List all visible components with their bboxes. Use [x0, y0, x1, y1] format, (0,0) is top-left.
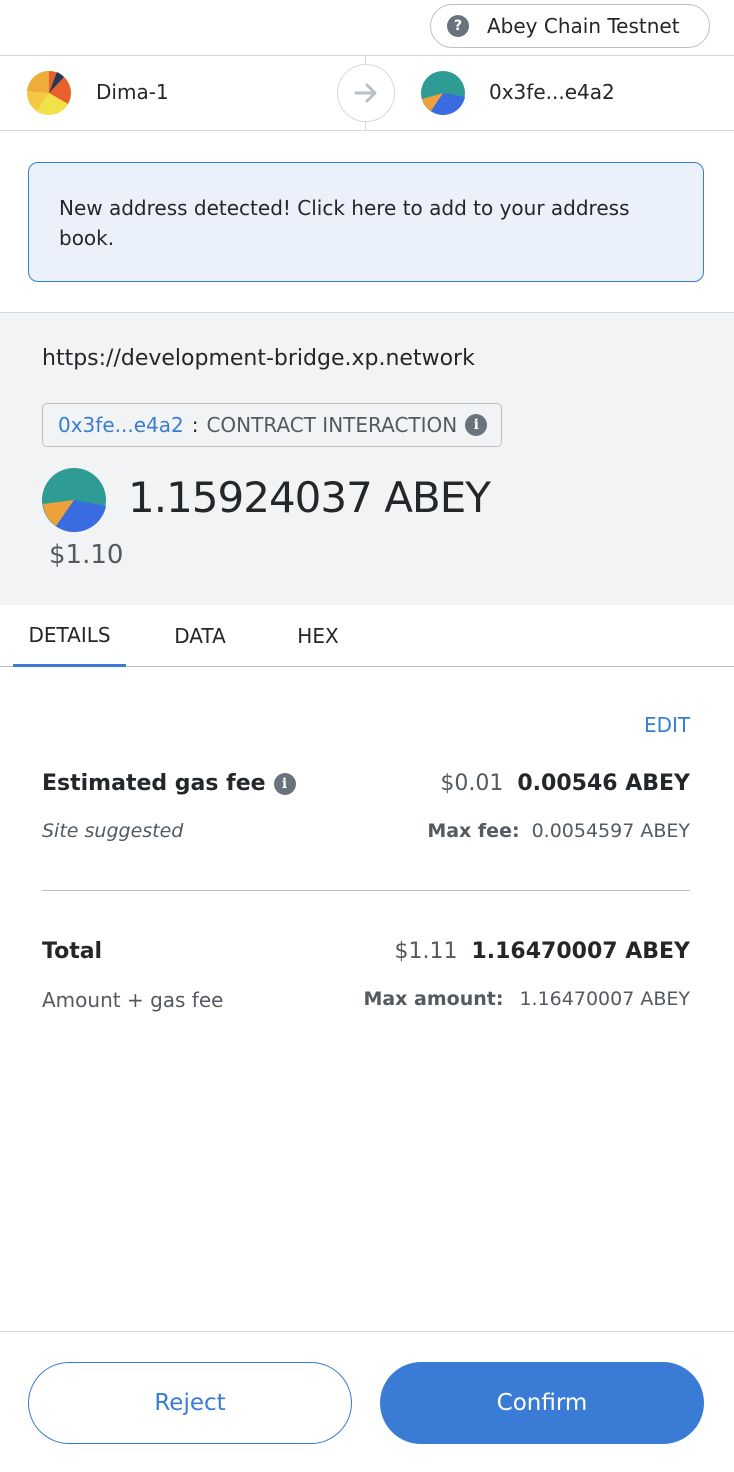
gas-info-icon[interactable]: i	[273, 772, 296, 795]
recipient-avatar	[421, 71, 465, 115]
reject-button[interactable]: Reject	[28, 1362, 352, 1444]
max-amount-value: 1.16470007 ABEY	[519, 988, 690, 1010]
token-identicon	[42, 468, 106, 532]
contract-address-link[interactable]: 0x3fe...e4a2	[58, 413, 184, 437]
tab-bar: DETAILS DATA HEX	[0, 605, 734, 667]
contract-interaction-pill: 0x3fe...e4a2 : CONTRACT INTERACTION i	[42, 403, 503, 447]
transaction-fiat-value: $1.10	[49, 540, 124, 570]
gas-label-text: Estimated gas fee	[42, 771, 266, 796]
max-fee-value: 0.0054597 ABEY	[531, 820, 690, 842]
sender-name[interactable]: Dima-1	[96, 80, 169, 104]
action-footer: Reject Confirm	[0, 1331, 734, 1472]
new-address-notice[interactable]: New address detected! Click here to add …	[28, 162, 704, 282]
max-amount: Max amount: 1.16470007 ABEY	[363, 988, 690, 1010]
transaction-summary: https://development-bridge.xp.network 0x…	[0, 312, 734, 605]
total-amount: 1.16470007 ABEY	[471, 939, 690, 964]
network-selector[interactable]: ? Abey Chain Testnet	[430, 4, 710, 48]
sender-recipient-bar: Dima-1 0x3fe...e4a2	[0, 56, 734, 131]
gas-fee-amount: 0.00546 ABEY	[517, 771, 690, 796]
gas-fee-fiat: $0.01	[440, 771, 504, 796]
gas-fee-source: Site suggested	[42, 820, 184, 842]
contract-interaction-label: CONTRACT INTERACTION	[206, 413, 458, 437]
tab-details[interactable]: DETAILS	[13, 605, 126, 667]
estimated-gas-fee-label: Estimated gas fee i	[42, 771, 296, 796]
network-bar: ? Abey Chain Testnet	[0, 0, 734, 56]
contract-separator: :	[191, 413, 199, 437]
total-label: Total	[42, 939, 103, 964]
notice-text: New address detected! Click here to add …	[59, 196, 630, 250]
max-fee: Max fee: 0.0054597 ABEY	[427, 820, 690, 842]
origin-url: https://development-bridge.xp.network	[42, 346, 475, 371]
max-amount-label: Max amount:	[363, 988, 504, 1010]
total-description: Amount + gas fee	[42, 988, 224, 1012]
question-icon: ?	[447, 15, 469, 37]
total-fiat: $1.11	[394, 939, 458, 964]
sender-avatar	[27, 71, 71, 115]
network-name: Abey Chain Testnet	[487, 14, 680, 38]
info-icon[interactable]: i	[465, 414, 488, 436]
details-divider	[42, 890, 690, 891]
edit-gas-button[interactable]: EDIT	[644, 713, 690, 737]
transaction-amount: 1.15924037 ABEY	[128, 473, 491, 522]
arrow-right-icon	[337, 64, 395, 122]
tab-data[interactable]: DATA	[155, 605, 245, 667]
gas-fee-values: $0.01 0.00546 ABEY	[440, 771, 690, 796]
total-values: $1.11 1.16470007 ABEY	[394, 939, 690, 964]
recipient-address[interactable]: 0x3fe...e4a2	[489, 80, 615, 104]
confirm-button[interactable]: Confirm	[380, 1362, 704, 1444]
max-fee-label: Max fee:	[427, 820, 520, 842]
tab-hex[interactable]: HEX	[282, 605, 354, 667]
